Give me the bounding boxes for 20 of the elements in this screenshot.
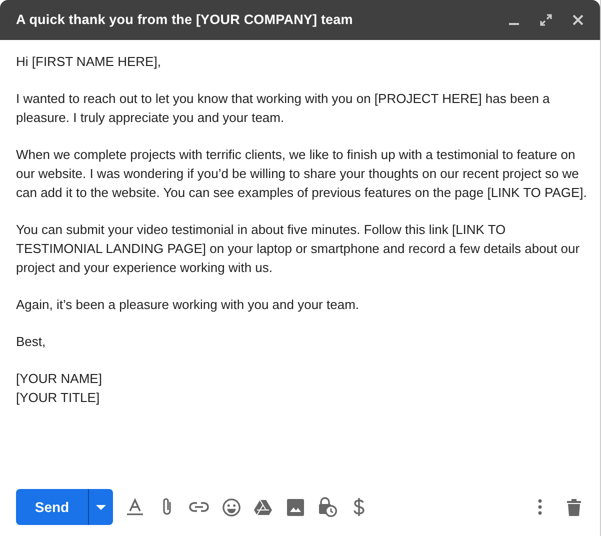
window-title: A quick thank you from the [YOUR COMPANY] team bbox=[16, 10, 353, 29]
trash-icon[interactable] bbox=[564, 497, 584, 517]
paragraph: Hi [FIRST NAME HERE], bbox=[16, 53, 162, 71]
image-icon[interactable] bbox=[285, 497, 305, 517]
send-button[interactable]: Send bbox=[16, 489, 88, 525]
paragraph: You can submit your video testimonial in about five minutes. Follow this link [LINK TO TESTIMONIAL LANDING PAGE] on your laptop or smartphone and record a few details about our project and your experience working with us. bbox=[16, 221, 581, 277]
caret-icon bbox=[96, 504, 106, 510]
signature-line: [YOUR TITLE] bbox=[16, 389, 101, 407]
drive-icon[interactable] bbox=[253, 497, 273, 517]
paragraph: I wanted to reach out to let you know that working with you on [PROJECT HERE] has been a pleasure. I truly appreciate you and your team. bbox=[16, 90, 551, 127]
paragraph: When we complete projects with terrific clients, we like to finish up with a testimonial to feature on our website. I was wondering if you’d be willing to share your thoughts on our recent project so we can add it to the website. You can see examples of previous features on the page [LINK TO PAGE]. bbox=[16, 146, 588, 202]
lock-clock-icon[interactable] bbox=[317, 497, 337, 517]
signature-line: [YOUR NAME] bbox=[16, 370, 103, 388]
paragraph: Again, it’s been a pleasure working with you and your team. bbox=[16, 296, 360, 314]
emoji-icon[interactable] bbox=[221, 497, 241, 517]
paragraph: Best, bbox=[16, 333, 47, 351]
close-icon[interactable] bbox=[572, 14, 584, 26]
text-format-icon[interactable] bbox=[125, 497, 145, 517]
expand-icon[interactable] bbox=[540, 14, 552, 26]
send-options-button[interactable] bbox=[88, 489, 113, 525]
